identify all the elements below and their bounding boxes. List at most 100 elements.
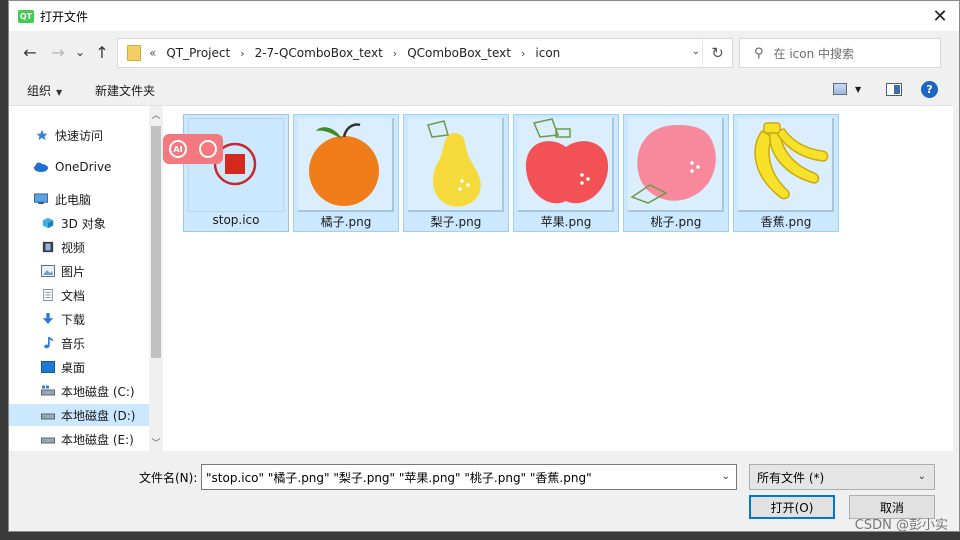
search-icon: ⚲ — [754, 45, 764, 61]
file-item-peach[interactable]: 桃子.png — [623, 114, 729, 232]
document-icon — [43, 289, 53, 301]
help-icon[interactable]: ? — [921, 81, 938, 98]
scroll-down-icon[interactable]: ﹀ — [149, 436, 163, 449]
forward-arrow-icon[interactable]: → — [47, 41, 69, 63]
file-type-dropdown-icon: ⌄ — [917, 471, 926, 482]
file-type-select[interactable]: 所有文件 (*) ⌄ — [749, 464, 935, 490]
banana-icon — [754, 122, 829, 200]
scroll-thumb[interactable] — [151, 126, 161, 358]
sidebar-item-desktop[interactable]: 桌面 — [9, 356, 149, 378]
main-area: 快速访问 OneDrive 此电脑 3D 对象 视频 图片 文档 下载 音乐 桌… — [9, 105, 953, 452]
sidebar-item-label: 图片 — [61, 264, 86, 279]
sidebar-item-quick-access[interactable]: 快速访问 — [9, 124, 149, 146]
back-arrow-icon[interactable]: ← — [19, 41, 41, 63]
file-item-orange[interactable]: 橘子.png — [293, 114, 399, 232]
sidebar-item-label: 下载 — [61, 312, 86, 327]
breadcrumb-qt-project[interactable]: QT_Project — [166, 46, 230, 60]
search-box[interactable]: ⚲ 在 icon 中搜索 — [739, 38, 941, 68]
navigation-pane: 快速访问 OneDrive 此电脑 3D 对象 视频 图片 文档 下载 音乐 桌… — [9, 106, 149, 451]
refresh-icon[interactable]: ↻ — [702, 39, 732, 67]
sidebar-item-label: 音乐 — [61, 336, 86, 351]
file-name: 橘子.png — [320, 215, 372, 229]
file-item-apple[interactable]: 苹果.png — [513, 114, 619, 232]
filename-value: "stop.ico" "橘子.png" "梨子.png" "苹果.png" "桃… — [206, 470, 592, 485]
navigation-bar: ← → ⌄ ↑ « QT_Project › 2-7-QComboBox_tex… — [9, 35, 959, 69]
search-icon[interactable] — [199, 140, 217, 158]
preview-pane-icon[interactable] — [886, 83, 902, 96]
sidebar-item-label: 本地磁盘 (E:) — [61, 432, 134, 447]
computer-icon — [34, 193, 48, 205]
sidebar-item-pictures[interactable]: 图片 — [9, 260, 149, 282]
peach-icon — [630, 125, 716, 204]
breadcrumb-2-7-qcombobox-text[interactable]: 2-7-QComboBox_text — [255, 46, 383, 60]
organize-menu[interactable]: 组织 ▼ — [27, 82, 62, 99]
sidebar-item-drive-e[interactable]: 本地磁盘 (E:) — [9, 428, 149, 450]
change-view-icon[interactable] — [833, 83, 847, 95]
picture-icon — [41, 265, 55, 277]
ai-icon[interactable]: AI — [169, 140, 187, 158]
filename-dropdown-icon[interactable]: ⌄ — [722, 471, 730, 482]
sidebar-item-videos[interactable]: 视频 — [9, 236, 149, 258]
filename-label: 文件名(N): — [139, 471, 198, 485]
filename-input[interactable]: "stop.ico" "橘子.png" "梨子.png" "苹果.png" "桃… — [201, 464, 737, 490]
file-type-value: 所有文件 (*) — [757, 470, 825, 485]
open-button[interactable]: 打开(O) — [749, 495, 835, 519]
breadcrumb-qcombobox-text[interactable]: QComboBox_text — [407, 46, 511, 60]
file-name: 梨子.png — [430, 215, 482, 229]
dialog-footer: 文件名(N): "stop.ico" "橘子.png" "梨子.png" "苹果… — [9, 451, 959, 533]
desktop-icon — [41, 361, 55, 373]
download-icon — [42, 313, 54, 325]
sidebar-item-3d-objects[interactable]: 3D 对象 — [9, 212, 149, 234]
drive-icon — [41, 413, 55, 420]
sidebar-item-label: 快速访问 — [55, 128, 104, 143]
file-name: 桃子.png — [650, 215, 702, 229]
breadcrumb-icon[interactable]: icon — [535, 46, 560, 60]
up-arrow-icon[interactable]: ↑ — [91, 41, 113, 63]
video-icon — [42, 241, 54, 253]
window-title: 打开文件 — [40, 9, 89, 24]
file-item-pear[interactable]: 梨子.png — [403, 114, 509, 232]
breadcrumb-overflow[interactable]: « — [149, 46, 156, 60]
sidebar-item-drive-d[interactable]: 本地磁盘 (D:) — [9, 404, 149, 426]
sidebar-item-label: 3D 对象 — [61, 216, 106, 231]
file-name: 苹果.png — [540, 215, 592, 229]
sidebar-item-music[interactable]: 音乐 — [9, 332, 149, 354]
file-list: stop.ico 橘子.png 梨子.png 苹果.png 桃子.png 香蕉.… — [181, 114, 951, 444]
sidebar-item-this-pc[interactable]: 此电脑 — [9, 188, 149, 210]
scroll-up-icon[interactable]: ︿ — [149, 108, 163, 121]
drive-icon — [41, 437, 55, 444]
file-name: stop.ico — [212, 213, 260, 227]
new-folder-button[interactable]: 新建文件夹 — [95, 82, 155, 99]
sidebar-item-onedrive[interactable]: OneDrive — [9, 156, 149, 178]
sidebar-item-label: OneDrive — [55, 160, 112, 174]
recent-locations-chevron-icon[interactable]: ⌄ — [69, 41, 91, 63]
sidebar-item-documents[interactable]: 文档 — [9, 284, 149, 306]
view-options-dropdown-icon[interactable]: ▼ — [855, 85, 861, 94]
ai-assistant-overlay[interactable]: AI — [163, 134, 223, 164]
star-icon — [36, 129, 48, 141]
pear-icon — [427, 120, 481, 207]
breadcrumb-separator-icon: › — [392, 46, 398, 60]
sidebar-item-label: 本地磁盘 (C:) — [61, 384, 135, 399]
sidebar-item-label: 文档 — [61, 288, 86, 303]
address-dropdown-icon[interactable]: ⌄ — [692, 46, 700, 57]
cube-icon — [42, 217, 54, 229]
sidebar-item-drive-c[interactable]: 本地磁盘 (C:) — [9, 380, 149, 402]
sidebar-item-label: 此电脑 — [55, 192, 92, 207]
address-bar[interactable]: « QT_Project › 2-7-QComboBox_text › QCom… — [117, 38, 733, 68]
sidebar-item-label: 本地磁盘 (D:) — [61, 408, 136, 423]
title-bar: QT 打开文件 ✕ — [9, 1, 959, 31]
music-icon — [44, 337, 54, 349]
watermark: CSDN @彭小实 — [854, 518, 948, 533]
sidebar-item-downloads[interactable]: 下载 — [9, 308, 149, 330]
close-button[interactable]: ✕ — [927, 4, 953, 28]
file-name: 香蕉.png — [760, 215, 812, 229]
command-toolbar: 组织 ▼ 新建文件夹 ▼ ? — [9, 75, 959, 105]
cloud-icon — [34, 162, 48, 172]
breadcrumb-separator-icon: › — [521, 46, 526, 60]
file-item-stop[interactable]: stop.ico — [183, 114, 289, 232]
sidebar-item-label: 视频 — [61, 240, 86, 255]
qt-app-icon: QT — [18, 9, 34, 23]
sidebar-scrollbar[interactable]: ︿ ﹀ — [149, 106, 163, 452]
file-item-banana[interactable]: 香蕉.png — [733, 114, 839, 232]
